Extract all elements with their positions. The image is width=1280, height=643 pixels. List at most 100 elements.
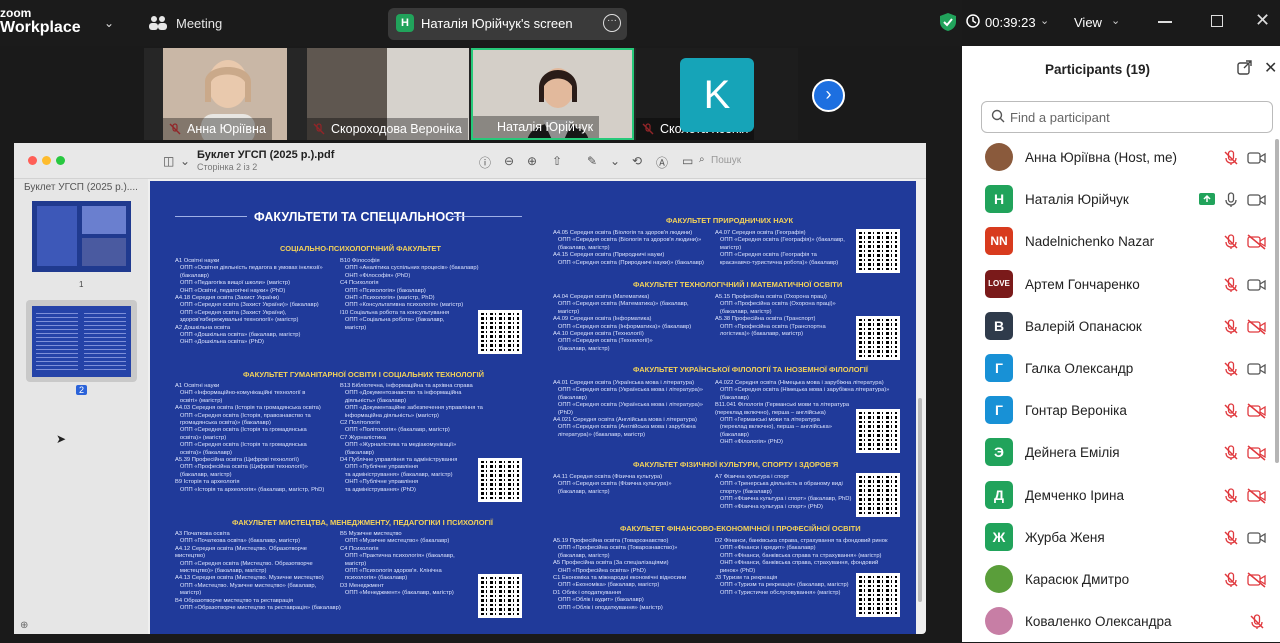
- video-off-icon[interactable]: [1247, 572, 1267, 588]
- mic-muted-icon[interactable]: [1223, 150, 1239, 166]
- video-off-icon[interactable]: [1247, 234, 1267, 250]
- view-button[interactable]: View: [1074, 15, 1102, 30]
- mic-muted-icon[interactable]: [1223, 319, 1239, 335]
- restore-window-icon[interactable]: [1211, 15, 1223, 27]
- info-icon[interactable]: ⓘ: [479, 154, 491, 171]
- qr-code[interactable]: [478, 574, 522, 618]
- qr-code[interactable]: [478, 310, 522, 354]
- meeting-timer: 00:39:23: [985, 15, 1036, 30]
- form-icon[interactable]: ▭: [682, 154, 693, 168]
- rotate-icon[interactable]: ⟲: [632, 154, 642, 168]
- video-tile[interactable]: Анна Юріївна: [163, 48, 287, 140]
- mic-muted-icon[interactable]: [1223, 445, 1239, 461]
- mic-muted-icon[interactable]: [1223, 530, 1239, 546]
- markup-pen-icon[interactable]: ✎: [587, 154, 597, 168]
- video-icon[interactable]: [1247, 530, 1267, 546]
- page-thumbnail[interactable]: [32, 201, 131, 272]
- video-off-icon[interactable]: [1247, 403, 1267, 419]
- brand-workplace: Workplace: [0, 19, 81, 36]
- minimize-icon[interactable]: [1158, 21, 1172, 23]
- brand-zoom: zoom: [0, 6, 32, 20]
- thumbnail-label: 1: [79, 280, 84, 289]
- close-panel-icon[interactable]: ✕: [1264, 58, 1277, 78]
- pdf-scrollbar[interactable]: [918, 398, 922, 602]
- video-off-icon[interactable]: [1247, 445, 1267, 461]
- participants-title: Participants (19): [1045, 62, 1151, 77]
- pdf-search-input[interactable]: Пошук: [711, 155, 741, 166]
- participant-name: Артем Гончаренко: [1025, 277, 1140, 292]
- faculty-programs: A4.11 Середня освіта (Фізична культура) …: [553, 474, 672, 495]
- avatar: NN: [985, 227, 1013, 255]
- mic-muted-icon[interactable]: [1223, 572, 1239, 588]
- video-tile-active-speaker[interactable]: Наталія Юрійчук: [471, 48, 634, 140]
- faculty-programs: A5.19 Професійна освіта (Товарознавство)…: [553, 538, 687, 611]
- chevron-down-icon[interactable]: ⌄: [104, 16, 114, 30]
- mic-muted-icon[interactable]: [1223, 361, 1239, 377]
- window-close-dot[interactable]: [28, 156, 37, 165]
- next-page-button[interactable]: ›: [812, 79, 845, 112]
- avatar: Д: [985, 481, 1013, 509]
- video-icon[interactable]: [1247, 361, 1267, 377]
- qr-code[interactable]: [856, 229, 900, 273]
- chevron-down-icon[interactable]: ⌄: [1111, 14, 1120, 27]
- faculty-title: ФАКУЛЬТЕТ ТЕХНОЛОГІЧНИЙ І МАТЕМАТИЧНОЇ О…: [633, 280, 843, 289]
- mic-muted-icon[interactable]: [1223, 277, 1239, 293]
- tile-name: Наталія Юрійчук: [473, 116, 600, 138]
- mic-muted-icon[interactable]: [1223, 403, 1239, 419]
- participant-name: Галка Олександр: [1025, 361, 1134, 376]
- window-zoom-dot[interactable]: [56, 156, 65, 165]
- shield-check-icon[interactable]: [938, 12, 958, 32]
- faculty-programs: A7 Фізична культура і спорт ОПП «Тренерс…: [715, 474, 852, 510]
- faculty-programs: A3 Початкова освіта ОПП «Початкова освіт…: [175, 531, 341, 612]
- participant-name: Гонтар Вероніка: [1025, 403, 1127, 418]
- close-window-icon[interactable]: ✕: [1255, 10, 1270, 31]
- faculty-programs: B13 Бібліотечна, інформаційна та архівна…: [340, 383, 483, 493]
- share-icon[interactable]: ⇧: [552, 154, 562, 168]
- zoom-out-icon[interactable]: ⊖: [504, 154, 514, 168]
- mic-muted-icon[interactable]: [1223, 488, 1239, 504]
- participant-name: Журба Женя: [1025, 530, 1105, 545]
- sidebar-toggle-icon[interactable]: ◫: [163, 154, 174, 168]
- faculty-title: ФАКУЛЬТЕТ УКРАЇНСЬКОЇ ФІЛОЛОГІЇ ТА ІНОЗЕ…: [633, 365, 868, 374]
- qr-code[interactable]: [478, 458, 522, 502]
- faculty-programs: A4.07 Середня освіта (Географія) ОПП «Се…: [715, 230, 845, 266]
- qr-code[interactable]: [856, 409, 900, 453]
- faculty-programs: A1 Освітні науки ОПП «Освітня діяльність…: [175, 258, 323, 346]
- more-options-icon[interactable]: ···: [603, 14, 621, 32]
- avatar: Э: [985, 438, 1013, 466]
- video-icon[interactable]: [1247, 277, 1267, 293]
- qr-code[interactable]: [856, 316, 900, 360]
- mic-muted-icon[interactable]: [1249, 614, 1265, 630]
- pdf-page-indicator: Сторінка 2 із 2: [197, 162, 258, 172]
- window-minimize-dot[interactable]: [42, 156, 51, 165]
- faculty-programs: A4.05 Середня освіта (Біологія та здоров…: [553, 230, 704, 266]
- chevron-down-icon[interactable]: ⌄: [1040, 14, 1049, 27]
- video-tile[interactable]: Скороходова Вероніка: [307, 48, 469, 140]
- pdf-toolbar: [14, 143, 926, 179]
- video-off-icon[interactable]: [1247, 319, 1267, 335]
- screen-share-icon: [1199, 193, 1215, 205]
- video-icon[interactable]: [1247, 192, 1267, 208]
- mic-muted-icon[interactable]: [1223, 234, 1239, 250]
- faculty-title: ФАКУЛЬТЕТ ФІЗИЧНОЇ КУЛЬТУРИ, СПОРТУ І ЗД…: [633, 460, 839, 469]
- search-icon[interactable]: ⌕: [699, 154, 705, 165]
- pop-out-icon[interactable]: [1237, 60, 1252, 75]
- faculty-programs: B5 Музичне мистецтво ОПП «Музичне мистец…: [340, 531, 455, 597]
- people-icon: [149, 16, 167, 30]
- add-page-icon[interactable]: ⊕: [20, 620, 28, 631]
- participants-scrollbar[interactable]: [1275, 139, 1279, 463]
- annotate-icon[interactable]: Ⓐ: [656, 154, 668, 171]
- mic-icon[interactable]: [1223, 192, 1239, 208]
- page-thumbnail-selected[interactable]: [32, 306, 131, 377]
- zoom-in-icon[interactable]: ⊕: [527, 154, 537, 168]
- video-off-icon[interactable]: [1247, 488, 1267, 504]
- qr-code[interactable]: [856, 473, 900, 517]
- chevron-down-icon[interactable]: ⌄: [610, 154, 620, 168]
- qr-code[interactable]: [856, 573, 900, 617]
- avatar: Г: [985, 396, 1013, 424]
- tile-name: Скороходова Вероніка: [307, 118, 468, 140]
- chevron-down-icon[interactable]: ⌄: [180, 154, 190, 168]
- meeting-button[interactable]: Meeting: [176, 16, 222, 31]
- participant-name: Наталія Юрійчук: [1025, 192, 1129, 207]
- video-icon[interactable]: [1247, 150, 1267, 166]
